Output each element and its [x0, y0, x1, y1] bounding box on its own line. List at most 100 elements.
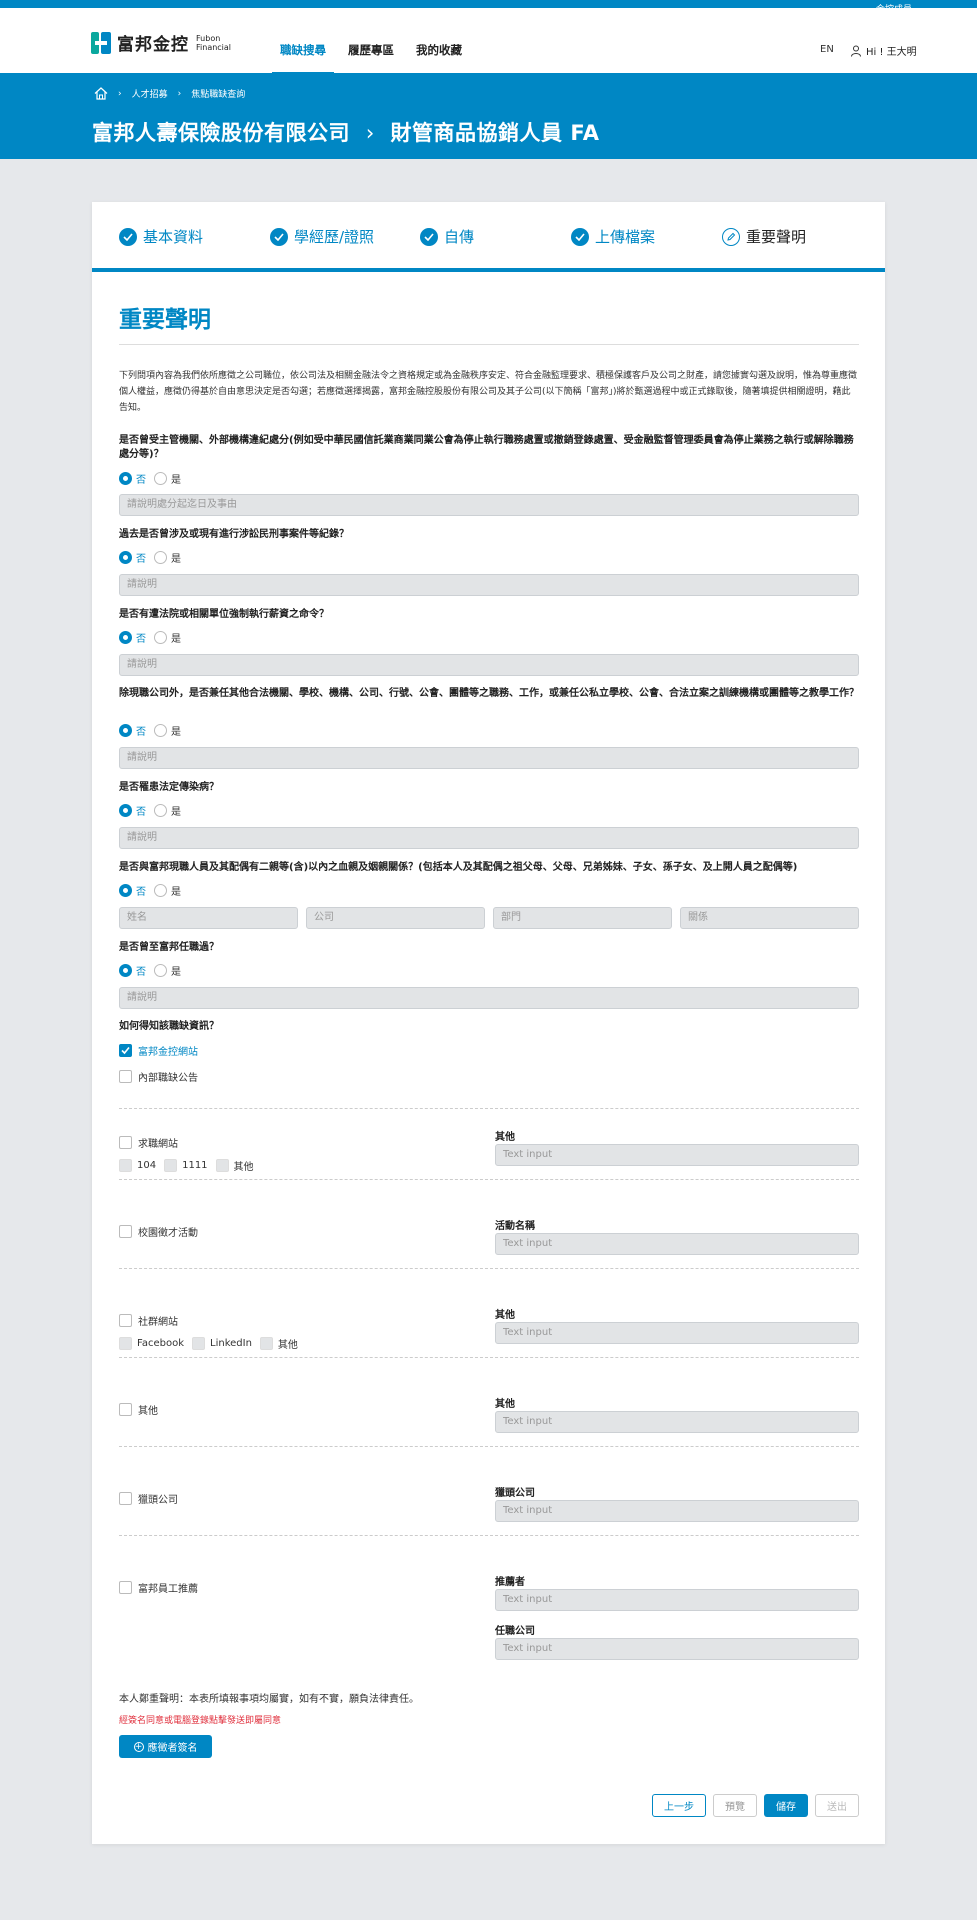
page-hero: › 人才招募 › 焦點職缺查詢 富邦人壽保險股份有限公司 › 財管商品協銷人員 …: [0, 73, 977, 159]
checkbox-1111[interactable]: [164, 1159, 178, 1172]
radio-no[interactable]: [119, 884, 132, 897]
language-switch[interactable]: EN: [820, 44, 834, 55]
sign-button[interactable]: + 應徵者簽名: [119, 1735, 212, 1758]
radio-yes[interactable]: [154, 804, 167, 817]
user-greeting: Hi ! 王大明: [866, 47, 917, 58]
checkbox-other[interactable]: [215, 1159, 229, 1172]
submit-button[interactable]: 送出: [815, 1794, 859, 1817]
home-icon[interactable]: [94, 87, 108, 100]
preview-button[interactable]: 預覽: [713, 1794, 757, 1817]
radio-yes[interactable]: [154, 631, 167, 644]
intro-text: 下列問項內容為我們依所應徵之公司職位，依公司法及相關金融法令之資格規定或為金融秩…: [119, 371, 858, 413]
divider: [119, 1268, 859, 1269]
section-title: 重要聲明: [119, 307, 211, 333]
relative-dept-input[interactable]: 部門: [493, 907, 672, 929]
radio-no[interactable]: [119, 631, 132, 644]
main-nav: 職缺搜尋 履歷專區 我的收藏: [272, 42, 484, 74]
radio-no[interactable]: [119, 551, 132, 564]
source-headhunter[interactable]: 獵頭公司: [119, 1491, 178, 1506]
checkbox-icon[interactable]: [119, 1225, 132, 1238]
source-job-site[interactable]: 求職網站: [119, 1135, 178, 1150]
divider: [119, 1535, 859, 1536]
source-referral[interactable]: 富邦員工推薦: [119, 1580, 198, 1595]
breadcrumb-recruit[interactable]: 人才招募: [132, 87, 168, 100]
relative-company-input[interactable]: 公司: [306, 907, 485, 929]
checkbox-linkedin[interactable]: [192, 1337, 205, 1350]
user-menu[interactable]: Hi ! 王大明: [850, 43, 917, 58]
checkbox-icon[interactable]: [119, 1136, 132, 1149]
radio-no[interactable]: [119, 964, 132, 977]
q4-input[interactable]: 請說明: [119, 747, 859, 769]
divider: [119, 1179, 859, 1180]
fubon-logo-icon: [91, 31, 111, 54]
source-other[interactable]: 其他: [119, 1402, 158, 1417]
checkbox-icon[interactable]: [119, 1314, 132, 1327]
source-fubon-website[interactable]: 富邦金控網站: [119, 1043, 198, 1058]
headhunter-input[interactable]: Text input: [495, 1500, 859, 1522]
radio-group-3: 否 是: [119, 630, 189, 645]
checkbox-checked-icon[interactable]: [119, 1044, 132, 1057]
relative-relation-input[interactable]: 關係: [680, 907, 859, 929]
source-social[interactable]: 社群網站: [119, 1313, 178, 1328]
step-education[interactable]: 學經歷/證照: [270, 226, 374, 247]
job-site-other-input[interactable]: Text input: [495, 1144, 859, 1166]
check-circle-icon: [420, 227, 438, 246]
radio-group-7: 否 是: [119, 963, 189, 978]
q7-input[interactable]: 請說明: [119, 987, 859, 1009]
title-arrow: ›: [365, 121, 375, 145]
social-other-input[interactable]: Text input: [495, 1322, 859, 1344]
relative-name-input[interactable]: 姓名: [119, 907, 298, 929]
radio-no[interactable]: [119, 724, 132, 737]
fubon-logo[interactable]: 富邦金控 Fubon Financial: [91, 30, 246, 55]
checkbox-icon[interactable]: [119, 1581, 132, 1594]
nav-resume[interactable]: 履歷專區: [348, 42, 394, 74]
step-basic-info[interactable]: 基本資料: [119, 226, 203, 247]
step-upload[interactable]: 上傳檔案: [571, 226, 655, 247]
nav-job-search[interactable]: 職缺搜尋: [272, 42, 334, 74]
radio-yes[interactable]: [154, 724, 167, 737]
job-site-other-label: 其他: [495, 1132, 515, 1143]
progress-steps: 基本資料 學經歷/證照 自傳 上傳檔案 重要聲明: [92, 202, 885, 272]
checkbox-icon[interactable]: [119, 1070, 132, 1083]
chevron-right-icon: ›: [177, 88, 182, 99]
check-circle-icon: [571, 227, 589, 246]
divider: [119, 1108, 859, 1109]
checkbox-other[interactable]: [259, 1337, 273, 1350]
sign-note: 經簽名同意或電腦登錄點擊發送即屬同意: [119, 1716, 282, 1726]
radio-group-4: 否 是: [119, 723, 189, 738]
checkbox-facebook[interactable]: [119, 1337, 132, 1350]
radio-no[interactable]: [119, 804, 132, 817]
title-divider: [119, 344, 859, 345]
radio-yes[interactable]: [154, 884, 167, 897]
step-declaration[interactable]: 重要聲明: [722, 226, 806, 247]
referrer-company-label: 任職公司: [495, 1626, 535, 1637]
radio-group-2: 否 是: [119, 550, 189, 565]
radio-group-6: 否 是: [119, 883, 189, 898]
source-internal-notice[interactable]: 內部職缺公告: [119, 1069, 198, 1084]
prev-button[interactable]: 上一步: [652, 1794, 706, 1817]
question-7: 是否曾至富邦任職過？: [119, 942, 219, 953]
radio-yes[interactable]: [154, 472, 167, 485]
referrer-company-input[interactable]: Text input: [495, 1638, 859, 1660]
checkbox-icon[interactable]: [119, 1403, 132, 1416]
radio-yes[interactable]: [154, 551, 167, 564]
q2-input[interactable]: 請說明: [119, 574, 859, 596]
step-autobiography[interactable]: 自傳: [420, 226, 474, 247]
q5-input[interactable]: 請說明: [119, 827, 859, 849]
campus-event-input[interactable]: Text input: [495, 1233, 859, 1255]
radio-yes[interactable]: [154, 964, 167, 977]
page-title: 富邦人壽保險股份有限公司 › 財管商品協銷人員 FA: [92, 117, 600, 147]
breadcrumb-jobs[interactable]: 焦點職缺查詢: [191, 87, 245, 100]
radio-no[interactable]: [119, 472, 132, 485]
source-campus[interactable]: 校園徵才活動: [119, 1224, 198, 1239]
q3-input[interactable]: 請說明: [119, 654, 859, 676]
referrer-input[interactable]: Text input: [495, 1589, 859, 1611]
save-button[interactable]: 儲存: [764, 1794, 808, 1817]
radio-group-5: 否 是: [119, 803, 189, 818]
checkbox-icon[interactable]: [119, 1492, 132, 1505]
logo-text-en: Fubon Financial: [196, 33, 232, 52]
nav-favorites[interactable]: 我的收藏: [416, 42, 462, 74]
q1-input[interactable]: 請說明處分起迄日及事由: [119, 494, 859, 516]
checkbox-104[interactable]: [119, 1159, 132, 1172]
other-input[interactable]: Text input: [495, 1411, 859, 1433]
